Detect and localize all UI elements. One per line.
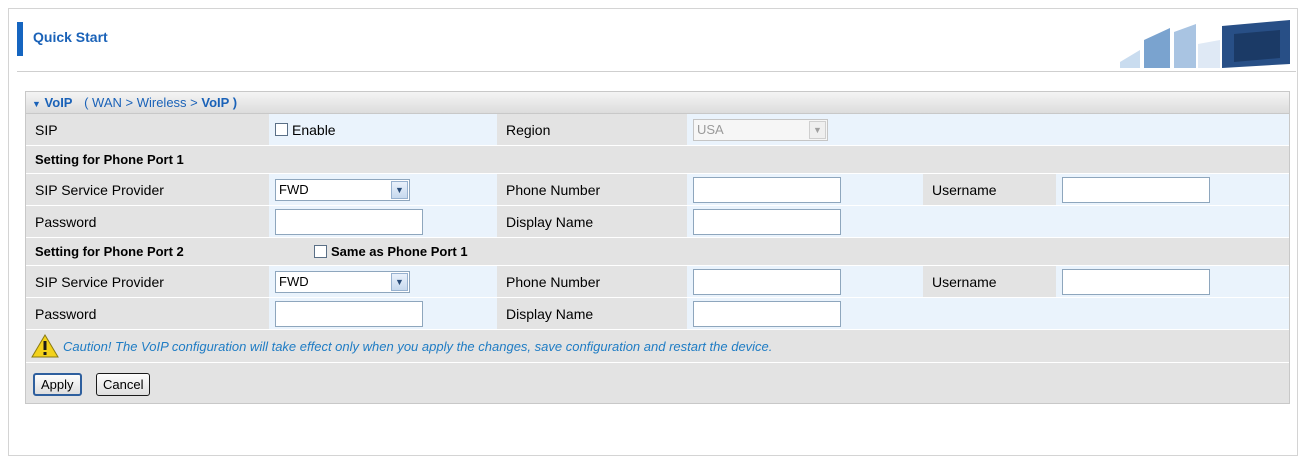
port1-password-label: Password bbox=[26, 206, 269, 237]
port2-password-input[interactable] bbox=[275, 300, 423, 327]
region-cell: USA ▼ bbox=[687, 114, 867, 145]
header-divider bbox=[17, 71, 1296, 72]
port1-provider-cell: FWD ▼ bbox=[269, 174, 497, 205]
port1-username-input[interactable] bbox=[1062, 176, 1210, 203]
same-as-port1-checkbox[interactable] bbox=[314, 245, 327, 258]
region-value: USA bbox=[697, 122, 724, 137]
breadcrumb-current: VoIP ) bbox=[201, 95, 238, 110]
region-select[interactable]: USA ▼ bbox=[693, 118, 828, 141]
breadcrumb: ( WAN > Wireless > VoIP ) bbox=[84, 95, 237, 110]
port1-provider-value: FWD bbox=[279, 182, 309, 197]
port2-phone-label: Phone Number bbox=[497, 266, 687, 297]
port1-password-cell bbox=[269, 206, 497, 237]
port1-section-label: Setting for Phone Port 1 bbox=[35, 152, 184, 167]
port2-password-label: Password bbox=[26, 298, 269, 329]
port2-username-cell bbox=[1056, 266, 1289, 297]
port1-username-cell bbox=[1056, 174, 1289, 205]
port2-section-row: Setting for Phone Port 2 Same as Phone P… bbox=[26, 238, 1289, 266]
header-banner-graphic bbox=[1120, 20, 1290, 68]
voip-panel: ▼ VoIP ( WAN > Wireless > VoIP ) SIP Ena… bbox=[25, 91, 1290, 404]
port2-phone-cell bbox=[687, 266, 923, 297]
port1-provider-label: SIP Service Provider bbox=[26, 174, 269, 205]
port1-display-label: Display Name bbox=[497, 206, 687, 237]
port2-same-cell: Same as Phone Port 1 bbox=[314, 238, 614, 265]
breadcrumb-path: ( WAN > Wireless > bbox=[84, 95, 198, 110]
panel-header[interactable]: ▼ VoIP ( WAN > Wireless > VoIP ) bbox=[26, 92, 1289, 114]
port1-section-row: Setting for Phone Port 1 bbox=[26, 146, 1289, 174]
port1-phone-input[interactable] bbox=[693, 176, 841, 203]
sip-enable-checkbox[interactable] bbox=[275, 123, 288, 136]
port1-provider-row: SIP Service Provider FWD ▼ Phone Number … bbox=[26, 174, 1289, 206]
button-row: Apply Cancel bbox=[26, 362, 1289, 403]
sip-enable-label: Enable bbox=[292, 121, 336, 138]
port2-phone-input[interactable] bbox=[693, 268, 841, 295]
port2-provider-cell: FWD ▼ bbox=[269, 266, 497, 297]
title-accent-bar bbox=[17, 22, 23, 56]
port1-display-input[interactable] bbox=[693, 208, 841, 235]
port2-password-row: Password Display Name bbox=[26, 298, 1289, 330]
apply-button[interactable]: Apply bbox=[33, 373, 82, 396]
port1-password-input[interactable] bbox=[275, 208, 423, 235]
port1-provider-select[interactable]: FWD ▼ bbox=[275, 178, 410, 201]
port2-password-cell bbox=[269, 298, 497, 329]
sip-label: SIP bbox=[26, 114, 269, 145]
sip-enable-cell: Enable bbox=[269, 114, 497, 145]
triangle-down-icon: ▼ bbox=[32, 99, 41, 109]
port2-display-cell bbox=[687, 298, 923, 329]
port2-provider-row: SIP Service Provider FWD ▼ Phone Number … bbox=[26, 266, 1289, 298]
chevron-down-icon: ▼ bbox=[391, 180, 408, 199]
panel-title: VoIP bbox=[44, 95, 73, 110]
port2-provider-value: FWD bbox=[279, 274, 309, 289]
port1-display-cell bbox=[687, 206, 923, 237]
chevron-down-icon: ▼ bbox=[809, 120, 826, 139]
port1-phone-cell bbox=[687, 174, 923, 205]
port2-section-label: Setting for Phone Port 2 bbox=[35, 244, 184, 259]
port2-provider-select[interactable]: FWD ▼ bbox=[275, 270, 410, 293]
same-as-port1-label: Same as Phone Port 1 bbox=[331, 244, 468, 259]
cancel-button[interactable]: Cancel bbox=[96, 373, 151, 396]
page-title: Quick Start bbox=[33, 29, 108, 45]
caution-row: Caution! The VoIP configuration will tak… bbox=[26, 330, 1289, 362]
port2-username-input[interactable] bbox=[1062, 268, 1210, 295]
port1-phone-label: Phone Number bbox=[497, 174, 687, 205]
chevron-down-icon: ▼ bbox=[391, 272, 408, 291]
port2-provider-label: SIP Service Provider bbox=[26, 266, 269, 297]
port2-display-label: Display Name bbox=[497, 298, 687, 329]
warning-triangle-icon bbox=[31, 334, 59, 358]
caution-text: Caution! The VoIP configuration will tak… bbox=[63, 338, 773, 354]
port1-username-label: Username bbox=[923, 174, 1056, 205]
port1-password-row: Password Display Name bbox=[26, 206, 1289, 238]
port2-username-label: Username bbox=[923, 266, 1056, 297]
region-label: Region bbox=[497, 114, 687, 145]
sip-row: SIP Enable Region USA ▼ bbox=[26, 114, 1289, 146]
port2-display-input[interactable] bbox=[693, 300, 841, 327]
